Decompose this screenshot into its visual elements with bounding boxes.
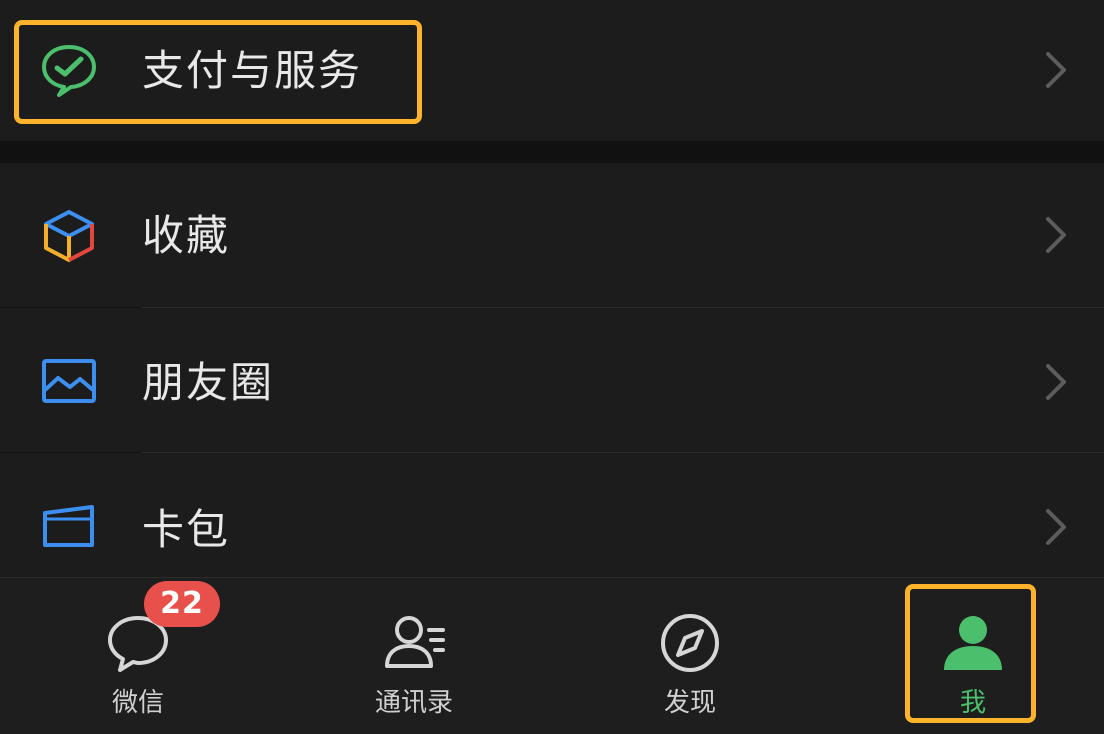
tab-label-discover: 发现 [663,688,716,718]
chevron-right-icon [1040,362,1070,402]
unread-count-badge: 22 [144,581,220,627]
favorites-cube-icon [40,207,98,265]
compass-icon [655,608,725,678]
menu-row-cards[interactable]: 卡包 [0,453,1104,577]
chevron-right-icon [1040,50,1070,90]
tab-label-contacts: 通讯录 [374,688,453,718]
menu-label-moments: 朋友圈 [142,358,275,407]
me-screen: 支付与服务 收藏 朋友圈 卡包 微信 通讯录 发现 我 22 [0,0,1104,734]
menu-row-favorites[interactable]: 收藏 [0,163,1104,307]
chevron-right-icon [1040,507,1070,547]
highlight-box-me [905,584,1036,723]
moments-photo-icon [40,352,98,410]
contacts-person-icon [379,608,449,678]
tab-chats[interactable]: 微信 [0,578,276,734]
highlight-box-pay [14,20,422,124]
tab-contacts[interactable]: 通讯录 [276,578,552,734]
card-wallet-icon [40,499,98,557]
menu-label-favorites: 收藏 [142,211,231,260]
menu-row-moments[interactable]: 朋友圈 [0,308,1104,452]
chevron-right-icon [1040,215,1070,255]
tab-discover[interactable]: 发现 [552,578,828,734]
tab-label-chats: 微信 [111,688,164,718]
menu-label-cards: 卡包 [142,505,231,554]
